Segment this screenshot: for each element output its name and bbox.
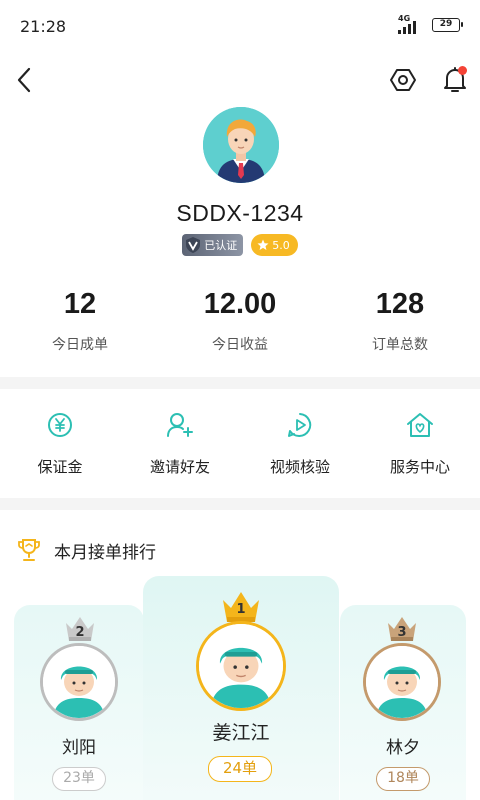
ranking-entry-1[interactable]: 1 姜江江 24单 — [143, 576, 339, 800]
stat-value: 12 — [63, 288, 97, 320]
service-label: 服务中心 — [389, 458, 450, 476]
stat-label: 订单总数 — [372, 337, 428, 353]
service-label: 视频核验 — [269, 458, 330, 476]
stats-row: 12 今日成单 12.00 今日收益 128 订单总数 — [0, 288, 480, 354]
signal-icon: 4G — [398, 14, 422, 34]
rank-number: 1 — [236, 602, 246, 617]
courier-avatar — [366, 646, 438, 718]
settings-hexagon-icon — [390, 69, 416, 91]
rating-value: 5.0 — [272, 238, 290, 252]
service-video-verify[interactable]: 视频核验 — [240, 410, 360, 477]
stat-today-income[interactable]: 12.00 今日收益 — [160, 288, 320, 354]
status-indicators: 4G 29 — [398, 14, 463, 34]
stat-label: 今日收益 — [212, 337, 268, 353]
service-invite[interactable]: 邀请好友 — [120, 410, 240, 477]
avatar[interactable] — [203, 107, 279, 183]
invite-user-icon — [167, 413, 193, 437]
battery-icon: 29 — [432, 18, 463, 32]
rank-name: 姜江江 — [212, 722, 270, 744]
stat-total-orders[interactable]: 128 订单总数 — [320, 288, 480, 354]
star-icon — [257, 239, 269, 250]
order-count-badge: 18单 — [376, 767, 430, 791]
stat-value: 128 — [375, 288, 425, 320]
shield-v-icon — [186, 237, 201, 253]
verified-badge: 已认证 — [182, 234, 244, 256]
trophy-icon — [18, 539, 40, 561]
driver-profile-screen: 21:28 4G 29 SDDX-1234 已认证 5.0 12 今日成单 12… — [0, 0, 480, 800]
service-home-icon — [407, 413, 433, 437]
ranking-title: 本月接单排行 — [54, 542, 156, 563]
verified-label: 已认证 — [204, 239, 238, 252]
section-divider — [0, 498, 480, 510]
stat-value: 12.00 — [203, 288, 277, 320]
ranking-entry-2[interactable]: 2 刘阳 23单 — [14, 605, 144, 800]
rank-number: 2 — [75, 625, 85, 640]
deposit-yen-icon — [48, 413, 72, 437]
service-center[interactable]: 服务中心 — [360, 410, 480, 477]
stat-today-orders[interactable]: 12 今日成单 — [0, 288, 160, 354]
section-divider — [0, 377, 480, 389]
user-avatar-illustration — [203, 107, 279, 183]
rank-avatar — [363, 643, 441, 721]
profile-badges: 已认证 5.0 — [0, 234, 480, 256]
service-label: 邀请好友 — [149, 458, 210, 476]
services-grid: 保证金 邀请好友 视频核验 服务中心 — [0, 410, 480, 477]
video-verify-icon — [288, 413, 312, 437]
order-count-badge: 24单 — [208, 756, 272, 782]
courier-avatar — [43, 646, 115, 718]
rank-name: 林夕 — [386, 738, 420, 758]
notifications-button[interactable] — [440, 64, 470, 96]
network-type: 4G — [398, 14, 411, 23]
order-count-badge: 23单 — [52, 767, 106, 791]
ranking-header: 本月接单排行 — [16, 537, 156, 563]
rank-avatar — [40, 643, 118, 721]
notification-dot — [458, 66, 467, 75]
rank-avatar — [196, 621, 286, 711]
back-button[interactable] — [12, 64, 40, 96]
courier-avatar — [199, 624, 283, 708]
settings-button[interactable] — [389, 66, 417, 94]
service-deposit[interactable]: 保证金 — [0, 410, 120, 477]
status-time: 21:28 — [20, 17, 67, 36]
chevron-left-icon — [17, 67, 31, 93]
stat-label: 今日成单 — [52, 337, 108, 353]
rank-name: 刘阳 — [62, 738, 96, 758]
status-bar: 21:28 4G 29 — [0, 0, 480, 52]
username: SDDX-1234 — [176, 200, 304, 226]
service-label: 保证金 — [37, 458, 83, 476]
rating-badge: 5.0 — [251, 234, 298, 256]
ranking-entry-3[interactable]: 3 林夕 18单 — [340, 605, 466, 800]
rank-number: 3 — [397, 625, 407, 640]
